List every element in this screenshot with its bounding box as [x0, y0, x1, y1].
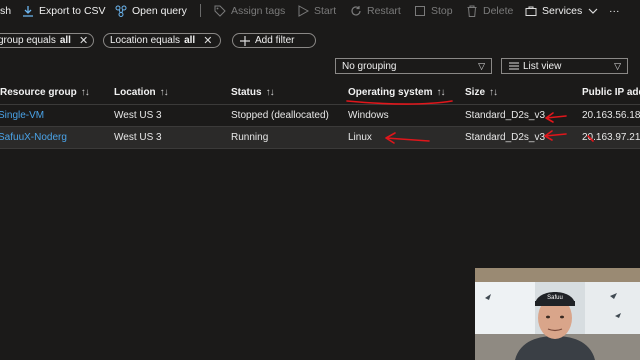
grouping-select[interactable]: No grouping ▽ — [335, 58, 492, 74]
close-icon[interactable]: ✕ — [203, 34, 212, 47]
column-header-operating-system[interactable]: Operating system ↑↓ — [348, 87, 445, 98]
cap-logo-text: Safuu — [547, 295, 563, 301]
column-header-public-ip[interactable]: Public IP add — [582, 87, 640, 98]
header-label: Operating system — [348, 87, 433, 98]
column-header-status[interactable]: Status ↑↓ — [231, 87, 275, 98]
open-query-label: Open query — [132, 5, 187, 17]
column-header-location[interactable]: Location ↑↓ — [114, 87, 169, 98]
header-label: Resource group — [0, 87, 77, 98]
chevron-down-icon: ▽ — [478, 61, 485, 71]
status-cell: Stopped (deallocated) — [231, 110, 329, 121]
close-icon[interactable]: ✕ — [79, 34, 88, 47]
services-label: Services — [542, 5, 583, 17]
start-button[interactable]: Start — [297, 3, 336, 19]
more-label: ··· — [609, 5, 620, 17]
sort-icon[interactable]: ↑↓ — [81, 87, 90, 98]
add-filter-button[interactable]: Add filter — [232, 33, 316, 48]
webcam-overlay: Safuu — [475, 268, 640, 360]
header-label: Status — [231, 87, 262, 98]
filter-value: all — [184, 35, 196, 46]
command-bar: sh Export to CSV Open query Assign tags … — [0, 0, 640, 22]
stop-label: Stop — [431, 5, 453, 17]
sort-icon[interactable]: ↑↓ — [436, 87, 445, 98]
add-filter-icon — [239, 35, 251, 47]
filter-label: Location equals — [110, 35, 181, 46]
sort-icon[interactable]: ↑↓ — [489, 87, 498, 98]
stop-button[interactable]: Stop — [414, 3, 453, 19]
more-button[interactable]: ··· — [609, 3, 620, 19]
column-header-resource-group[interactable]: Resource group ↑↓ — [0, 87, 90, 98]
public-ip-cell: 20.163.97.217 — [582, 132, 640, 143]
public-ip-cell: 20.163.56.18 — [582, 110, 640, 121]
size-cell: Standard_D2s_v3 — [465, 110, 546, 121]
trash-icon — [466, 5, 478, 17]
grouping-value: No grouping — [342, 60, 397, 72]
briefcase-icon — [525, 5, 537, 17]
export-csv-button[interactable]: Export to CSV — [22, 3, 106, 19]
header-label: Size — [465, 87, 486, 98]
row-divider — [0, 148, 640, 149]
sort-icon[interactable]: ↑↓ — [266, 87, 275, 98]
header-label: Location — [114, 87, 156, 98]
vm-name-link[interactable]: SafuuX-Noderg — [0, 132, 67, 143]
vm-name-link[interactable]: Single-VM — [0, 110, 44, 121]
status-cell: Running — [231, 132, 269, 143]
assign-tags-label: Assign tags — [231, 5, 286, 17]
filter-pill-resource-group[interactable]: group equals all ✕ — [0, 33, 94, 48]
download-icon — [22, 5, 34, 17]
list-icon — [508, 60, 520, 72]
start-label: Start — [314, 5, 337, 17]
export-csv-label: Export to CSV — [39, 5, 106, 17]
size-cell: Standard_D2s_v3 — [465, 132, 546, 143]
os-cell: Windows — [348, 110, 389, 121]
tag-icon — [214, 5, 226, 17]
restart-icon — [350, 5, 362, 17]
restart-label: Restart — [367, 5, 401, 17]
table-row[interactable]: Single-VM West US 3 Stopped (deallocated… — [0, 105, 640, 126]
query-icon — [115, 5, 127, 17]
refresh-label: sh — [0, 5, 12, 17]
delete-label: Delete — [483, 5, 514, 17]
filter-label: group equals — [0, 35, 56, 46]
add-filter-label: Add filter — [255, 35, 295, 46]
sort-icon[interactable]: ↑↓ — [160, 87, 169, 98]
chevron-down-icon: ▽ — [614, 61, 621, 71]
view-value: List view — [523, 60, 562, 72]
open-query-button[interactable]: Open query — [115, 3, 187, 19]
play-icon — [297, 5, 309, 17]
services-menu[interactable]: Services — [525, 3, 599, 19]
stop-icon — [414, 5, 426, 17]
header-label: Public IP add — [582, 87, 640, 98]
os-cell: Linux — [348, 132, 372, 143]
toolbar-divider — [200, 4, 201, 17]
assign-tags-button[interactable]: Assign tags — [214, 3, 285, 19]
delete-button[interactable]: Delete — [466, 3, 513, 19]
filter-pill-location[interactable]: Location equals all ✕ — [103, 33, 221, 48]
column-header-size[interactable]: Size ↑↓ — [465, 87, 498, 98]
location-cell: West US 3 — [114, 132, 162, 143]
presenter-image: Safuu — [475, 268, 640, 360]
refresh-button[interactable]: sh — [0, 3, 11, 19]
table-row[interactable]: SafuuX-Noderg West US 3 Running Linux St… — [0, 127, 640, 148]
view-select[interactable]: List view ▽ — [501, 58, 628, 74]
filter-value: all — [59, 35, 71, 46]
restart-button[interactable]: Restart — [350, 3, 401, 19]
chevron-down-icon — [587, 5, 599, 17]
location-cell: West US 3 — [114, 110, 162, 121]
